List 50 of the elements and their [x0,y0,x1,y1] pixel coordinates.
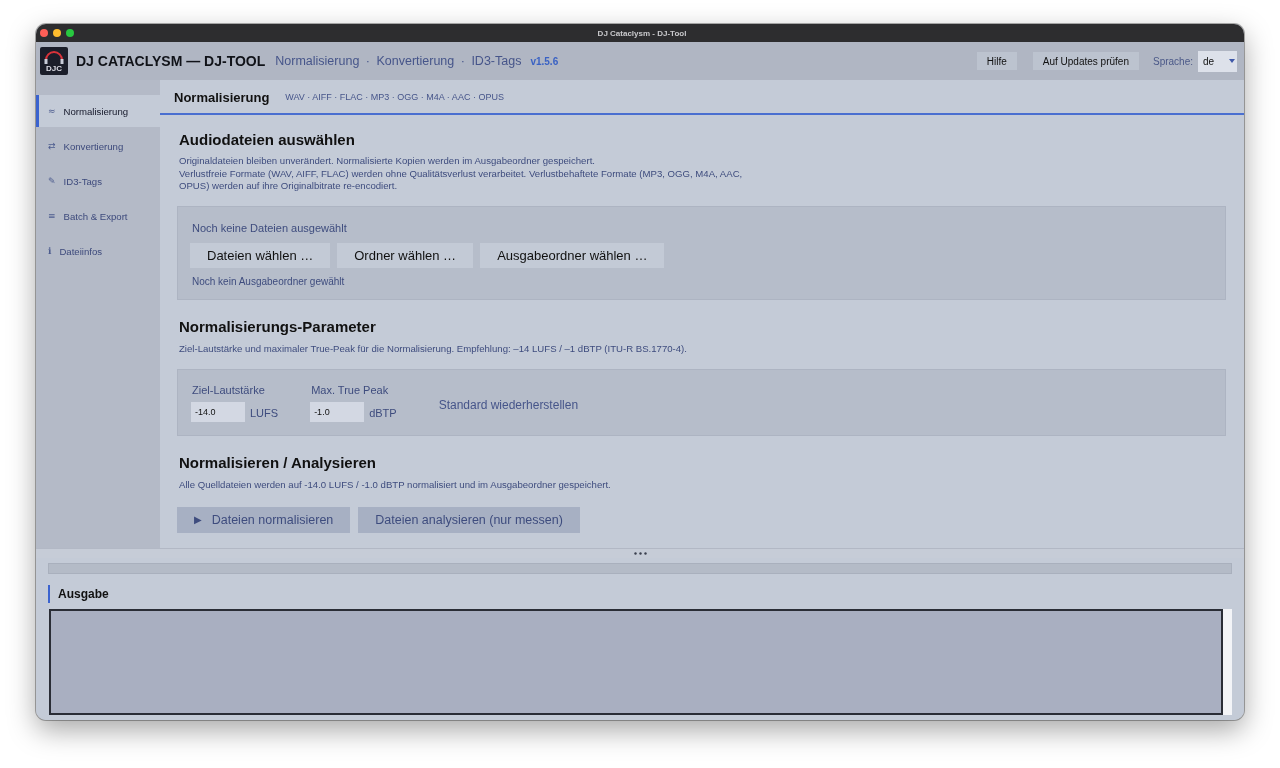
sidebar-glyph-icon: ⇄ [48,140,56,152]
section-description: Verlustfreie Formate (WAV, AIFF, FLAC) werden ohne Qualitätsverlust verarbeitet. Verlustbehaftete Formate (MP3, OGG, M4A, AAC, OPUS) werden auf ihre Originalbitrate re-encodiert. [179,167,744,193]
field-label: Max. True Peak [311,384,390,397]
sidebar-item[interactable]: ≈ Normalisierung [36,95,160,127]
sidebar-item[interactable]: ℹ Dateiinfos [36,235,160,267]
number-input[interactable]: -14.0 [191,402,245,422]
file-status: Noch keine Dateien ausgewählt [192,221,347,234]
number-input[interactable]: -1.0 [310,402,365,422]
sidebar-glyph-icon: ≈ [48,105,56,117]
sidebar-glyph-icon: ✎ [48,175,56,187]
unit-label: LUFS [250,407,279,419]
section-title: Normalisierungs-Parameter [179,317,376,336]
help-button[interactable]: Hilfe [976,52,1017,70]
section-description: Alle Quelldateien werden auf -14.0 LUFS / -1.0 dBTP normalisiert und im Ausgabeordner gespeichert. [179,479,611,492]
play-icon: ▶ [194,513,202,526]
section-title: Normalisieren / Analysieren [179,454,377,472]
sidebar-glyph-icon: ≡ [48,210,56,222]
app-name: DJ CATACLYSM — DJ-TOOL [76,53,266,69]
section-title: Audiodateien auswählen [179,131,355,149]
scrollbar[interactable] [1223,609,1232,715]
sidebar-item[interactable]: ≡ Batch & Export [36,200,160,232]
choose-button[interactable]: Dateien wählen … [190,242,331,268]
close-window-icon[interactable] [40,29,48,37]
version-label: v1.5.6 [530,55,559,67]
choose-button[interactable]: Ordner wählen … [337,242,474,268]
language-select[interactable]: de [1198,50,1237,72]
section-description: Originaldateien bleiben unverändert. Normalisierte Kopien werden im Ausgabeordner gespeichert. [179,155,596,168]
field-label: Ziel-Lautstärke [192,384,266,397]
sidebar-item[interactable]: ⇄ Konvertierung [36,130,160,162]
splitter-handle-icon[interactable] [633,552,647,555]
output-title: Ausgabe [48,585,109,603]
zoom-window-icon[interactable] [66,29,74,37]
headphones-icon [44,51,64,64]
sidebar-glyph-icon: ℹ [48,245,52,257]
output-log[interactable] [49,609,1223,715]
minimize-window-icon[interactable] [53,29,61,37]
format-list: WAV · AIFF · FLAC · MP3 · OGG · M4A · AAC · OPUS [285,92,504,102]
unit-label: dBTP [369,407,397,419]
output-folder-status: Noch kein Ausgabeordner gewählt [192,275,345,287]
language-label: Sprache: [1152,55,1193,67]
app-subtitle: Normalisierung · Konvertierung · ID3-Tags [275,54,522,68]
reset-defaults-button[interactable]: Standard wiederherstellen [438,398,579,412]
choose-button[interactable]: Ausgabeordner wählen … [480,242,665,268]
update-check-button[interactable]: Auf Updates prüfen [1032,52,1139,70]
page-title: Normalisierung [174,89,270,105]
sidebar-item[interactable]: ✎ ID3-Tags [36,165,160,197]
section-description: Ziel-Lautstärke und maximaler True-Peak für die Normalisierung. Empfehlung: –14 LUFS / –1 dBTP (ITU-R BS.1770-4). [179,342,687,355]
window-title: DJ Cataclysm - DJ-Tool [597,28,687,38]
caret-icon [1229,59,1235,63]
logo-text: DJC [46,64,62,74]
